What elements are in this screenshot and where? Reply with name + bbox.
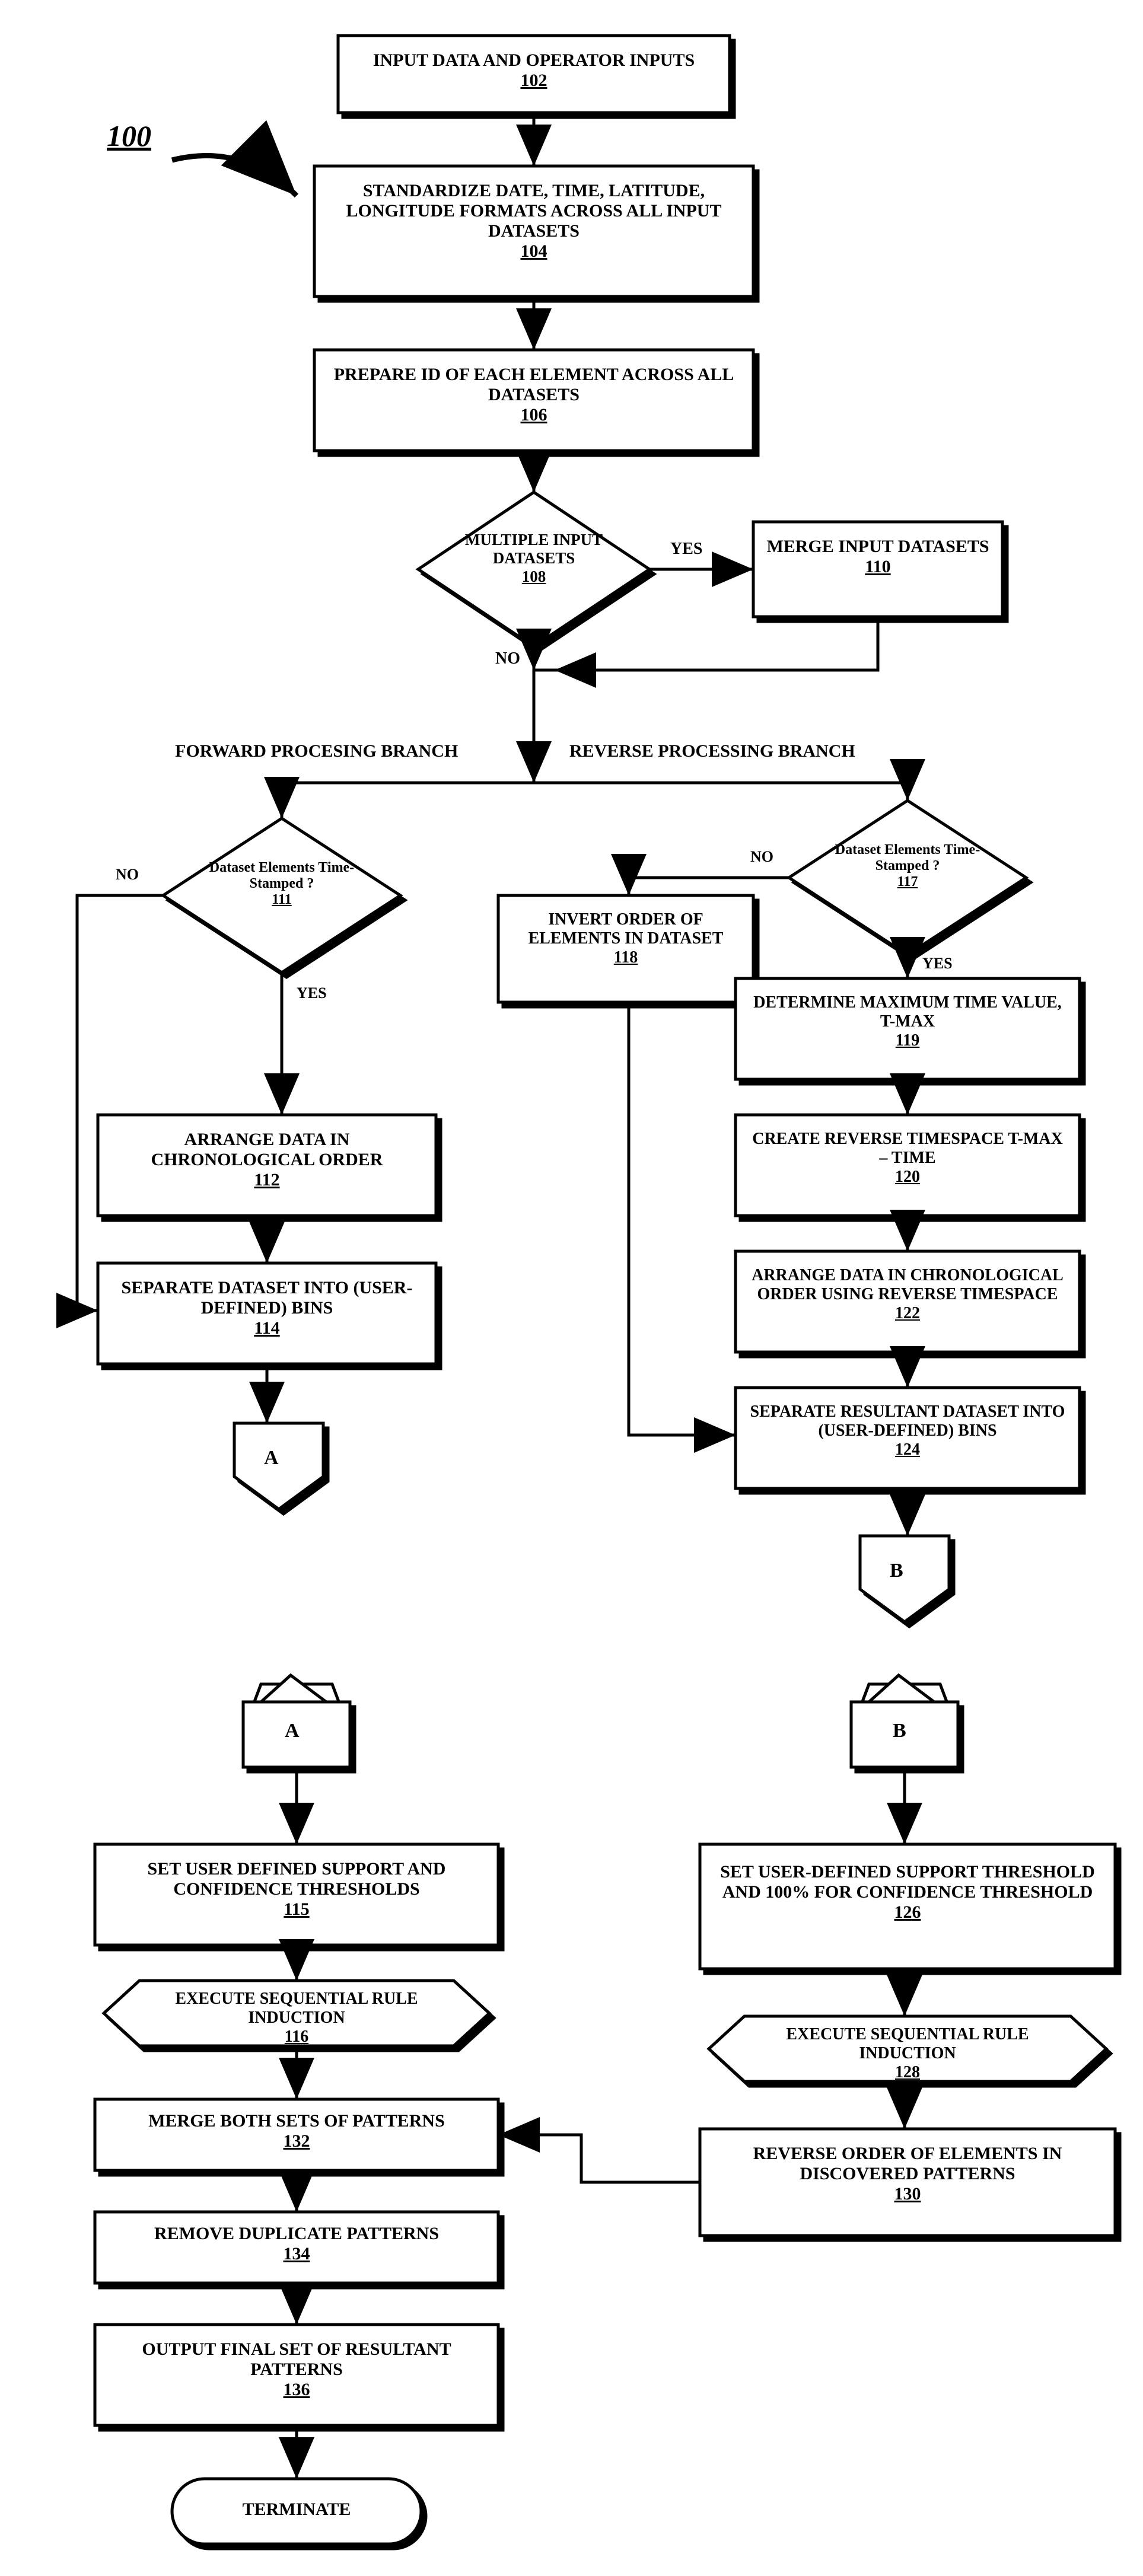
node-terminate: TERMINATE [178, 2500, 415, 2520]
node-128: EXECUTE SEQUENTIAL RULE INDUCTION 128 [741, 2025, 1074, 2082]
edge-117-no: NO [750, 848, 773, 866]
node-134-text: REMOVE DUPLICATE PATTERNS [154, 2224, 439, 2243]
branch-forward: FORWARD PROCESING BRANCH [175, 741, 458, 761]
node-118-text: INVERT ORDER OF ELEMENTS IN DATASET [528, 910, 724, 948]
node-110: MERGE INPUT DATASETS 110 [765, 537, 991, 577]
node-120: CREATE REVERSE TIMESPACE T-MAX – TIME 12… [747, 1130, 1068, 1187]
node-114: SEPARATE DATASET INTO (USER-DEFINED) BIN… [110, 1278, 424, 1338]
figure-label: 100 [107, 119, 151, 153]
branch-reverse: REVERSE PROCESSING BRANCH [569, 741, 855, 761]
connector-B-out: B [890, 1560, 903, 1582]
node-128-ref: 128 [895, 2063, 920, 2081]
edge-108-no: NO [495, 649, 520, 668]
node-117-text: Dataset Elements Time-Stamped ? [835, 842, 980, 873]
edge-111-no: NO [116, 866, 139, 884]
node-114-text: SEPARATE DATASET INTO (USER-DEFINED) BIN… [122, 1278, 413, 1318]
node-110-text: MERGE INPUT DATASETS [766, 537, 989, 556]
node-128-text: EXECUTE SEQUENTIAL RULE INDUCTION [786, 2025, 1029, 2062]
node-126-text: SET USER-DEFINED SUPPORT THRESHOLD AND 1… [720, 1862, 1095, 1902]
node-115-text: SET USER DEFINED SUPPORT AND CONFIDENCE … [148, 1859, 446, 1899]
node-120-ref: 120 [895, 1168, 920, 1186]
node-115-ref: 115 [284, 1899, 309, 1919]
node-124-text: SEPARATE RESULTANT DATASET INTO (USER-DE… [750, 1402, 1065, 1440]
node-136-text: OUTPUT FINAL SET OF RESULTANT PATTERNS [142, 2339, 451, 2379]
node-104-text: STANDARDIZE DATE, TIME, LATITUDE, LONGIT… [346, 181, 722, 241]
node-110-ref: 110 [865, 557, 890, 576]
node-106-ref: 106 [521, 405, 547, 425]
node-111: Dataset Elements Time-Stamped ? 111 [202, 860, 362, 908]
edge-117-yes: YES [922, 955, 953, 973]
node-124: SEPARATE RESULTANT DATASET INTO (USER-DE… [747, 1402, 1068, 1459]
node-117-ref: 117 [897, 874, 918, 890]
node-106: PREPARE ID OF EACH ELEMENT ACROSS ALL DA… [329, 365, 738, 425]
node-104: STANDARDIZE DATE, TIME, LATITUDE, LONGIT… [329, 181, 738, 262]
node-112: ARRANGE DATA IN CHRONOLOGICAL ORDER 112 [110, 1130, 424, 1190]
node-115: SET USER DEFINED SUPPORT AND CONFIDENCE … [107, 1859, 486, 1920]
node-132: MERGE BOTH SETS OF PATTERNS 132 [107, 2111, 486, 2151]
node-116-ref: 116 [285, 2027, 308, 2046]
node-120-text: CREATE REVERSE TIMESPACE T-MAX – TIME [752, 1130, 1063, 1167]
node-112-ref: 112 [254, 1170, 279, 1190]
node-102-ref: 102 [521, 71, 547, 90]
node-112-text: ARRANGE DATA IN CHRONOLOGICAL ORDER [151, 1130, 383, 1169]
node-108-ref: 108 [522, 568, 546, 585]
node-118: INVERT ORDER OF ELEMENTS IN DATASET 118 [510, 910, 741, 967]
node-136: OUTPUT FINAL SET OF RESULTANT PATTERNS 1… [107, 2339, 486, 2400]
node-134-ref: 134 [284, 2244, 310, 2263]
node-119-text: DETERMINE MAXIMUM TIME VALUE, T-MAX [753, 993, 1062, 1031]
connector-A-in: A [285, 1720, 300, 1742]
node-102-text: INPUT DATA AND OPERATOR INPUTS [373, 50, 695, 70]
edge-108-yes: YES [670, 540, 702, 559]
node-114-ref: 114 [254, 1318, 279, 1338]
node-108-text: MULTIPLE INPUT DATASETS [465, 531, 603, 567]
node-116-text: EXECUTE SEQUENTIAL RULE INDUCTION [175, 1990, 418, 2027]
node-119: DETERMINE MAXIMUM TIME VALUE, T-MAX 119 [747, 993, 1068, 1050]
node-130-ref: 130 [894, 2184, 921, 2204]
node-132-text: MERGE BOTH SETS OF PATTERNS [148, 2111, 445, 2131]
node-111-ref: 111 [272, 892, 291, 907]
node-136-ref: 136 [284, 2380, 310, 2399]
node-130-text: REVERSE ORDER OF ELEMENTS IN DISCOVERED … [753, 2144, 1062, 2183]
flowchart-canvas: 100 INPUT DATA AND OPERATOR INPUTS 102 S… [0, 0, 1143, 2576]
node-111-text: Dataset Elements Time-Stamped ? [209, 860, 354, 891]
node-134: REMOVE DUPLICATE PATTERNS 134 [107, 2224, 486, 2264]
node-132-ref: 132 [284, 2131, 310, 2151]
connector-A-out: A [264, 1447, 279, 1469]
node-130: REVERSE ORDER OF ELEMENTS IN DISCOVERED … [712, 2144, 1103, 2204]
node-124-ref: 124 [895, 1440, 920, 1459]
node-104-ref: 104 [521, 241, 547, 261]
node-118-ref: 118 [614, 948, 638, 967]
node-119-ref: 119 [896, 1031, 919, 1050]
connector-B-in: B [893, 1720, 906, 1742]
node-117: Dataset Elements Time-Stamped ? 117 [827, 842, 988, 890]
edge-111-yes: YES [297, 984, 327, 1002]
node-126-ref: 126 [894, 1902, 921, 1922]
node-122-text: ARRANGE DATA IN CHRONOLOGICAL ORDER USIN… [752, 1266, 1064, 1303]
node-116: EXECUTE SEQUENTIAL RULE INDUCTION 116 [136, 1990, 457, 2046]
node-108: MULTIPLE INPUT DATASETS 108 [451, 531, 617, 586]
node-122: ARRANGE DATA IN CHRONOLOGICAL ORDER USIN… [747, 1266, 1068, 1323]
node-126: SET USER-DEFINED SUPPORT THRESHOLD AND 1… [712, 1862, 1103, 1923]
node-102: INPUT DATA AND OPERATOR INPUTS 102 [350, 50, 718, 91]
node-122-ref: 122 [895, 1304, 920, 1322]
node-106-text: PREPARE ID OF EACH ELEMENT ACROSS ALL DA… [334, 365, 734, 404]
